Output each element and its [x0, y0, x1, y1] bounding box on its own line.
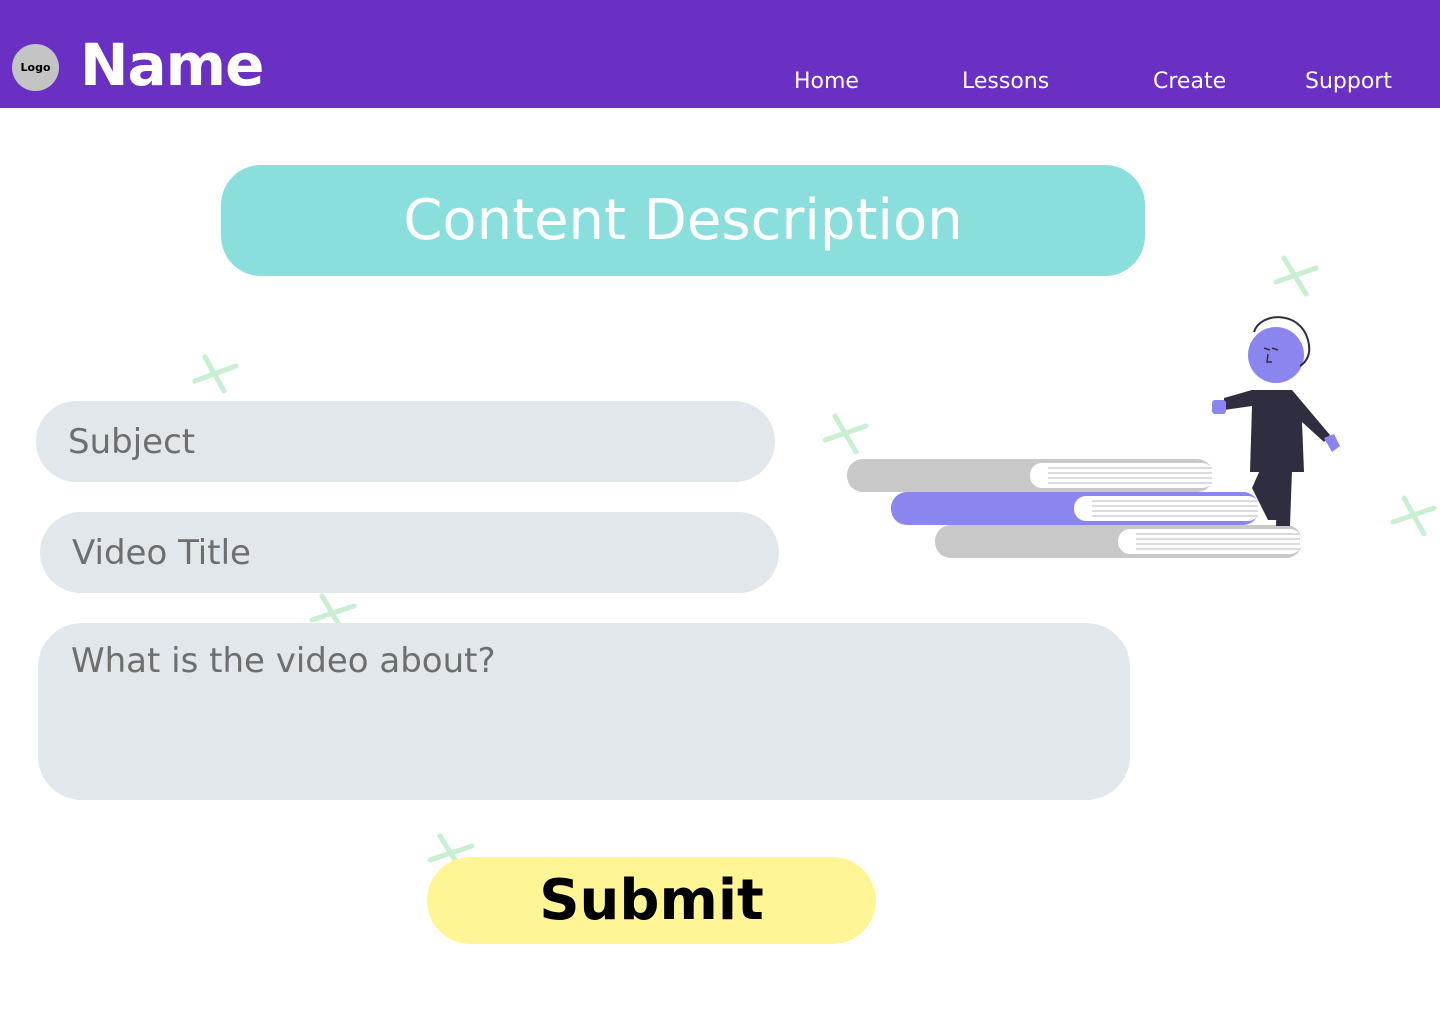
nav-home[interactable]: Home	[794, 66, 859, 98]
books-stack	[847, 459, 1302, 558]
plus-icon	[192, 354, 239, 394]
nav-create[interactable]: Create	[1153, 66, 1226, 98]
header-bar: Logo Name Home Lessons Create Support	[0, 0, 1440, 108]
plus-icon	[1390, 495, 1437, 537]
page-title: Content Description	[221, 165, 1145, 276]
logo[interactable]: Logo	[12, 44, 59, 91]
submit-button[interactable]: Submit	[427, 857, 876, 944]
page: Logo Name Home Lessons Create Support Co…	[0, 0, 1440, 1024]
video-title-input[interactable]	[40, 512, 779, 593]
nav-lessons[interactable]: Lessons	[962, 66, 1049, 98]
nav-support[interactable]: Support	[1305, 66, 1392, 98]
brand-name[interactable]: Name	[80, 30, 264, 100]
plus-icon	[1273, 255, 1319, 297]
person-on-books-illustration	[847, 316, 1340, 558]
subject-input[interactable]	[36, 401, 775, 482]
video-description-textarea[interactable]	[38, 623, 1130, 800]
